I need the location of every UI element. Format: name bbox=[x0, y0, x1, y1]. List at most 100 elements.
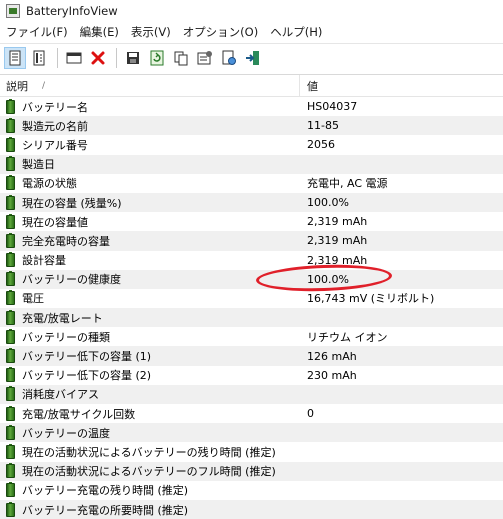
row-label: シリアル番号 bbox=[22, 138, 88, 152]
row-value: 充電中, AC 電源 bbox=[307, 177, 388, 191]
table-row[interactable]: 充電/放電レート bbox=[0, 308, 503, 328]
battery-icon bbox=[6, 482, 15, 498]
table-row[interactable]: バッテリー充電の所要時間 (推定) bbox=[0, 499, 503, 519]
row-label: バッテリー低下の容量 (1) bbox=[22, 350, 152, 364]
exit-icon bbox=[246, 50, 259, 65]
row-label: 製造元の名前 bbox=[22, 119, 88, 133]
column-header-description-label: 説明 bbox=[6, 79, 28, 93]
table-row[interactable]: 消耗度バイアス bbox=[0, 384, 503, 404]
row-value: 230 mAh bbox=[307, 368, 357, 382]
table-row[interactable]: バッテリーの種類 リチウム イオン bbox=[0, 327, 503, 347]
row-label: 充電/放電レート bbox=[22, 311, 103, 325]
row-value: 11-85 bbox=[307, 119, 339, 133]
battery-info-table: 説明 / 値 バッテリー名 HS04037 製造元の名前 11-85 シリアル番号 2… bbox=[0, 74, 503, 519]
row-label: 設計容量 bbox=[22, 254, 66, 268]
table-row[interactable]: 現在の容量値 2,319 mAh bbox=[0, 212, 503, 232]
row-label: 完全充電時の容量 bbox=[22, 234, 110, 248]
row-label: 充電/放電サイクル回数 bbox=[22, 407, 136, 421]
row-label: 現在の容量 (残量%) bbox=[22, 196, 122, 210]
properties-button[interactable] bbox=[194, 47, 216, 69]
delete-button[interactable] bbox=[87, 47, 109, 69]
column-header-value-label: 値 bbox=[307, 79, 318, 93]
exit-button[interactable] bbox=[242, 47, 264, 69]
battery-icon bbox=[6, 271, 15, 287]
row-label: 電源の状態 bbox=[22, 177, 77, 191]
battery-icon bbox=[6, 156, 15, 172]
table-row[interactable]: バッテリーの健康度 100.0% bbox=[0, 269, 503, 289]
row-label: バッテリー名 bbox=[22, 100, 88, 114]
table-row[interactable]: 製造日 bbox=[0, 154, 503, 174]
title-bar: BatteryInfoView bbox=[0, 0, 503, 22]
battery-icon bbox=[6, 213, 15, 229]
table-row[interactable]: 現在の容量 (残量%) 100.0% bbox=[0, 192, 503, 213]
row-value: 2,319 mAh bbox=[307, 253, 368, 267]
row-value: リチウム イオン bbox=[307, 330, 388, 344]
row-value: 126 mAh bbox=[307, 349, 357, 363]
window-title: BatteryInfoView bbox=[26, 4, 118, 18]
row-label: 現在の活動状況によるバッテリーの残り時間 (推定) bbox=[22, 445, 276, 459]
table-row[interactable]: シリアル番号 2056 bbox=[0, 135, 503, 155]
row-label: 現在の容量値 bbox=[22, 215, 88, 229]
html-report-button[interactable] bbox=[218, 47, 240, 69]
menu-edit[interactable]: 編集(E) bbox=[74, 24, 125, 40]
table-row[interactable]: バッテリー低下の容量 (1) 126 mAh bbox=[0, 346, 503, 366]
row-value: 100.0% bbox=[307, 272, 349, 286]
window-icon bbox=[66, 52, 82, 63]
mode-battery-info-button[interactable] bbox=[4, 46, 26, 69]
save-button[interactable] bbox=[122, 47, 144, 69]
row-label: バッテリーの種類 bbox=[22, 330, 110, 344]
mode-battery-log-icon bbox=[33, 50, 45, 65]
row-label: バッテリーの温度 bbox=[22, 426, 110, 440]
row-value: 100.0% bbox=[307, 196, 349, 210]
mode-battery-info-icon bbox=[9, 50, 21, 65]
table-row[interactable]: バッテリー充電の残り時間 (推定) bbox=[0, 480, 503, 500]
toolbar-separator bbox=[57, 47, 58, 68]
table-row[interactable]: 設計容量 2,319 mAh bbox=[0, 250, 503, 270]
battery-icon bbox=[6, 175, 15, 191]
table-row[interactable]: 完全充電時の容量 2,319 mAh bbox=[0, 231, 503, 251]
toolbar-separator bbox=[116, 47, 117, 68]
delete-icon bbox=[91, 51, 105, 64]
column-header-description[interactable]: 説明 / bbox=[0, 75, 300, 96]
properties-icon bbox=[197, 50, 212, 64]
table-row[interactable]: 製造元の名前 11-85 bbox=[0, 116, 503, 136]
battery-icon bbox=[6, 405, 15, 421]
save-icon bbox=[127, 51, 139, 64]
battery-icon bbox=[6, 348, 15, 364]
refresh-button[interactable] bbox=[146, 47, 168, 69]
battery-icon bbox=[6, 232, 15, 248]
row-value: 2056 bbox=[307, 138, 335, 152]
mode-battery-log-button[interactable] bbox=[28, 47, 50, 69]
battery-icon bbox=[6, 386, 15, 402]
table-row[interactable]: バッテリー低下の容量 (2) 230 mAh bbox=[0, 365, 503, 385]
row-value: 16,743 mV (ミリボルト) bbox=[307, 292, 435, 306]
row-value: HS04037 bbox=[307, 100, 358, 114]
menu-file[interactable]: ファイル(F) bbox=[0, 24, 74, 40]
column-header-value[interactable]: 値 bbox=[300, 75, 503, 96]
menu-view[interactable]: 表示(V) bbox=[125, 24, 177, 40]
table-header: 説明 / 値 bbox=[0, 75, 503, 97]
copy-button[interactable] bbox=[170, 47, 192, 69]
table-row[interactable]: バッテリーの温度 bbox=[0, 423, 503, 443]
table-row[interactable]: 電源の状態 充電中, AC 電源 bbox=[0, 173, 503, 193]
table-row[interactable]: バッテリー名 HS04037 bbox=[0, 97, 503, 117]
copy-icon bbox=[174, 51, 188, 65]
window-button[interactable] bbox=[63, 47, 85, 69]
table-row[interactable]: 充電/放電サイクル回数 0 bbox=[0, 404, 503, 424]
battery-icon bbox=[6, 463, 15, 479]
refresh-icon bbox=[150, 50, 164, 65]
table-row[interactable]: 現在の活動状況によるバッテリーの残り時間 (推定) bbox=[0, 442, 503, 462]
row-label: 消耗度バイアス bbox=[22, 388, 99, 402]
battery-icon bbox=[6, 194, 15, 210]
table-body: バッテリー名 HS04037 製造元の名前 11-85 シリアル番号 2056 製造日… bbox=[0, 97, 503, 519]
menu-help[interactable]: ヘルプ(H) bbox=[264, 24, 328, 40]
battery-icon bbox=[6, 117, 15, 133]
battery-icon bbox=[6, 424, 15, 440]
table-row[interactable]: 現在の活動状況によるバッテリーのフル時間 (推定) bbox=[0, 461, 503, 481]
table-row[interactable]: 電圧 16,743 mV (ミリボルト) bbox=[0, 288, 503, 309]
toolbar bbox=[0, 43, 503, 71]
battery-icon bbox=[6, 328, 15, 344]
battery-icon bbox=[6, 136, 15, 152]
row-value: 2,319 mAh bbox=[307, 215, 368, 229]
menu-options[interactable]: オプション(O) bbox=[177, 24, 265, 40]
